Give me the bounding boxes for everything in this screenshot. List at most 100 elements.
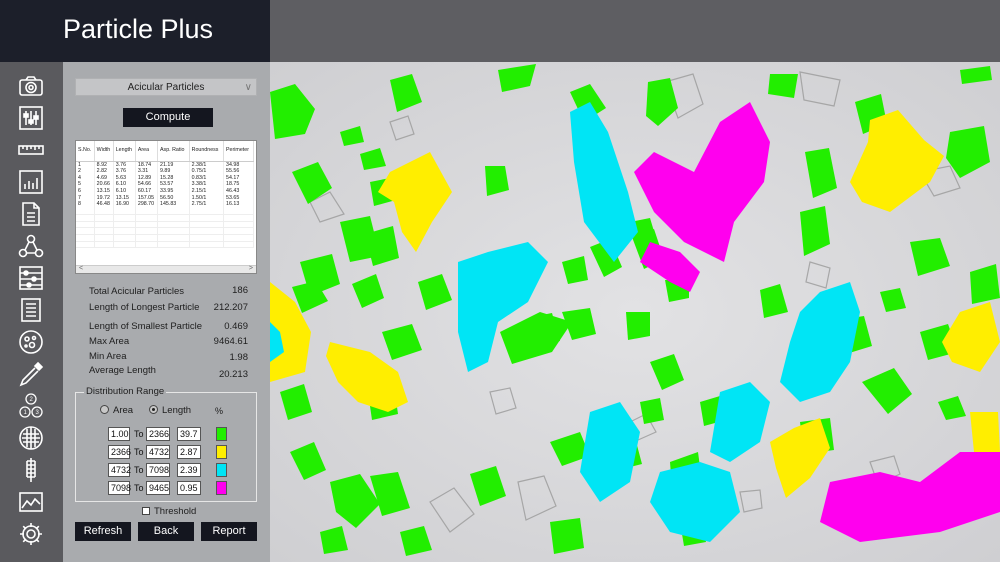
radio-length-dot[interactable] bbox=[149, 405, 158, 414]
sliders-icon[interactable] bbox=[17, 104, 45, 132]
range-2-to[interactable]: 4732 bbox=[146, 445, 170, 459]
range-2-percent: 2.87 bbox=[177, 445, 201, 459]
table-row[interactable]: 1 8.92 3.76 18.74 21.19 2.38/1 34.98 bbox=[76, 161, 254, 168]
table-row[interactable]: 6 13.15 6.10 60.17 33.95 2.15/1 46.43 bbox=[76, 187, 254, 195]
gear-icon[interactable] bbox=[17, 520, 45, 548]
threshold-checkbox[interactable]: Threshold bbox=[142, 506, 196, 517]
refresh-button[interactable]: Refresh bbox=[75, 522, 131, 541]
caliper-icon[interactable] bbox=[17, 456, 45, 484]
range-1-from[interactable]: 1.00 bbox=[108, 427, 130, 441]
table-cell bbox=[94, 241, 114, 249]
numbered-circles-icon[interactable]: 2 1 3 bbox=[17, 392, 45, 420]
particle-image-view[interactable] bbox=[270, 62, 1000, 562]
table-cell: 7 bbox=[76, 194, 95, 202]
table-cell: 16.90 bbox=[113, 201, 136, 208]
stat-min-area-label: Min Area bbox=[89, 351, 127, 362]
threshold-label: Threshold bbox=[154, 506, 197, 517]
table-cell: 53.57 bbox=[157, 181, 190, 188]
tool-sidebar: 2 1 3 bbox=[0, 62, 63, 562]
table-cell bbox=[113, 241, 136, 249]
compute-button[interactable]: Compute bbox=[123, 108, 213, 127]
table-cell: 18.74 bbox=[135, 161, 159, 168]
ruler-icon[interactable] bbox=[17, 136, 45, 164]
particle-type-select[interactable]: Acicular Particles ∨ bbox=[75, 78, 257, 96]
column-header[interactable]: Asp. Ratio bbox=[157, 141, 190, 162]
range-2-from[interactable]: 2366 bbox=[108, 445, 131, 459]
table-cell bbox=[135, 214, 159, 222]
particle-type-value: Acicular Particles bbox=[127, 82, 205, 93]
bar-chart-icon[interactable] bbox=[17, 168, 45, 196]
table-cell bbox=[76, 214, 95, 222]
report-button[interactable]: Report bbox=[201, 522, 257, 541]
range-4-from[interactable]: 7098 bbox=[108, 481, 131, 495]
range-4-color-swatch[interactable] bbox=[216, 481, 227, 495]
table-cell bbox=[157, 241, 190, 249]
pipette-icon[interactable] bbox=[17, 360, 45, 388]
column-header[interactable]: Perimeter bbox=[223, 141, 254, 162]
table-cell: 21.19 bbox=[157, 161, 190, 168]
report-list-icon[interactable] bbox=[17, 296, 45, 324]
camera-icon[interactable] bbox=[17, 72, 45, 100]
range-1-to[interactable]: 2366 bbox=[146, 427, 170, 441]
table-cell: 3.76 bbox=[113, 161, 136, 168]
table-cell: 157.05 bbox=[135, 194, 159, 202]
table-cell bbox=[189, 241, 225, 249]
range-4-to[interactable]: 9465 bbox=[146, 481, 170, 495]
column-header[interactable]: Roundness bbox=[189, 141, 225, 162]
column-header[interactable]: S.No. bbox=[76, 141, 95, 162]
table-row[interactable]: 5 20.66 6.10 54.66 53.57 3.38/1 18.75 bbox=[76, 181, 254, 188]
table-cell: 3.31 bbox=[135, 167, 159, 175]
table-cell: 1.50/1 bbox=[189, 194, 225, 202]
table-cell: 33.95 bbox=[157, 187, 190, 195]
column-header[interactable]: Width bbox=[94, 141, 114, 162]
document-icon[interactable] bbox=[17, 200, 45, 228]
threshold-checkbox-box[interactable] bbox=[142, 507, 150, 515]
cells-icon[interactable] bbox=[17, 328, 45, 356]
scroll-left-icon[interactable]: < bbox=[79, 265, 83, 272]
radio-length-label: Length bbox=[162, 405, 192, 416]
abacus-icon[interactable] bbox=[17, 264, 45, 292]
table-cell bbox=[113, 214, 136, 222]
range-1-color-swatch[interactable] bbox=[216, 427, 227, 441]
stat-min-area-value: 1.98 bbox=[229, 352, 249, 363]
range-2-color-swatch[interactable] bbox=[216, 445, 227, 459]
scroll-right-icon[interactable]: > bbox=[249, 265, 253, 272]
table-cell: 4.69 bbox=[94, 174, 114, 182]
radio-length[interactable]: Length bbox=[149, 405, 191, 416]
back-button[interactable]: Back bbox=[138, 522, 194, 541]
column-header[interactable]: Area bbox=[135, 141, 159, 162]
table-cell: 6.10 bbox=[113, 187, 136, 195]
table-cell bbox=[223, 234, 254, 242]
column-header[interactable]: Length bbox=[113, 141, 136, 162]
svg-text:3: 3 bbox=[36, 410, 40, 416]
area-chart-icon[interactable] bbox=[17, 488, 45, 516]
stat-max-area-label: Max Area bbox=[89, 336, 130, 347]
table-cell: 0.83/1 bbox=[189, 174, 225, 182]
radio-area[interactable]: Area bbox=[100, 405, 133, 416]
empty-table-row bbox=[76, 221, 254, 229]
table-cell: 6.10 bbox=[113, 181, 136, 188]
stat-max-area-value: 9464.61 bbox=[213, 336, 248, 347]
table-cell: 54.17 bbox=[223, 174, 254, 182]
table-cell: 19.72 bbox=[94, 194, 114, 202]
table-cell: 3.38/1 bbox=[189, 181, 225, 188]
table-row[interactable]: 4 4.69 5.63 12.89 15.28 0.83/1 54.17 bbox=[76, 174, 254, 182]
horizontal-scrollbar[interactable]: < > bbox=[76, 265, 256, 273]
radio-area-dot[interactable] bbox=[100, 405, 109, 414]
table-cell bbox=[113, 207, 136, 215]
table-row[interactable]: 7 19.72 13.15 157.05 56.50 1.50/1 53.65 bbox=[76, 194, 254, 202]
range-3-from[interactable]: 4732 bbox=[108, 463, 131, 477]
network-icon[interactable] bbox=[17, 232, 45, 260]
results-table[interactable]: S.No. Width Length Area Asp. Ratio Roundness P… bbox=[75, 140, 257, 274]
table-row[interactable]: 2 2.82 3.76 3.31 9.89 0.75/1 55.56 bbox=[76, 167, 254, 175]
table-cell bbox=[113, 221, 136, 229]
range-3-color-swatch[interactable] bbox=[216, 463, 227, 477]
table-cell: 16.13 bbox=[223, 201, 254, 208]
table-cell bbox=[223, 221, 254, 229]
table-cell bbox=[157, 207, 190, 215]
grid-globe-icon[interactable] bbox=[17, 424, 45, 452]
table-row[interactable]: 8 46.48 16.90 298.70 145.83 2.75/1 16.13 bbox=[76, 201, 254, 208]
table-cell: 15.28 bbox=[157, 174, 190, 182]
range-3-to[interactable]: 7098 bbox=[146, 463, 170, 477]
table-cell: 5 bbox=[76, 181, 95, 188]
